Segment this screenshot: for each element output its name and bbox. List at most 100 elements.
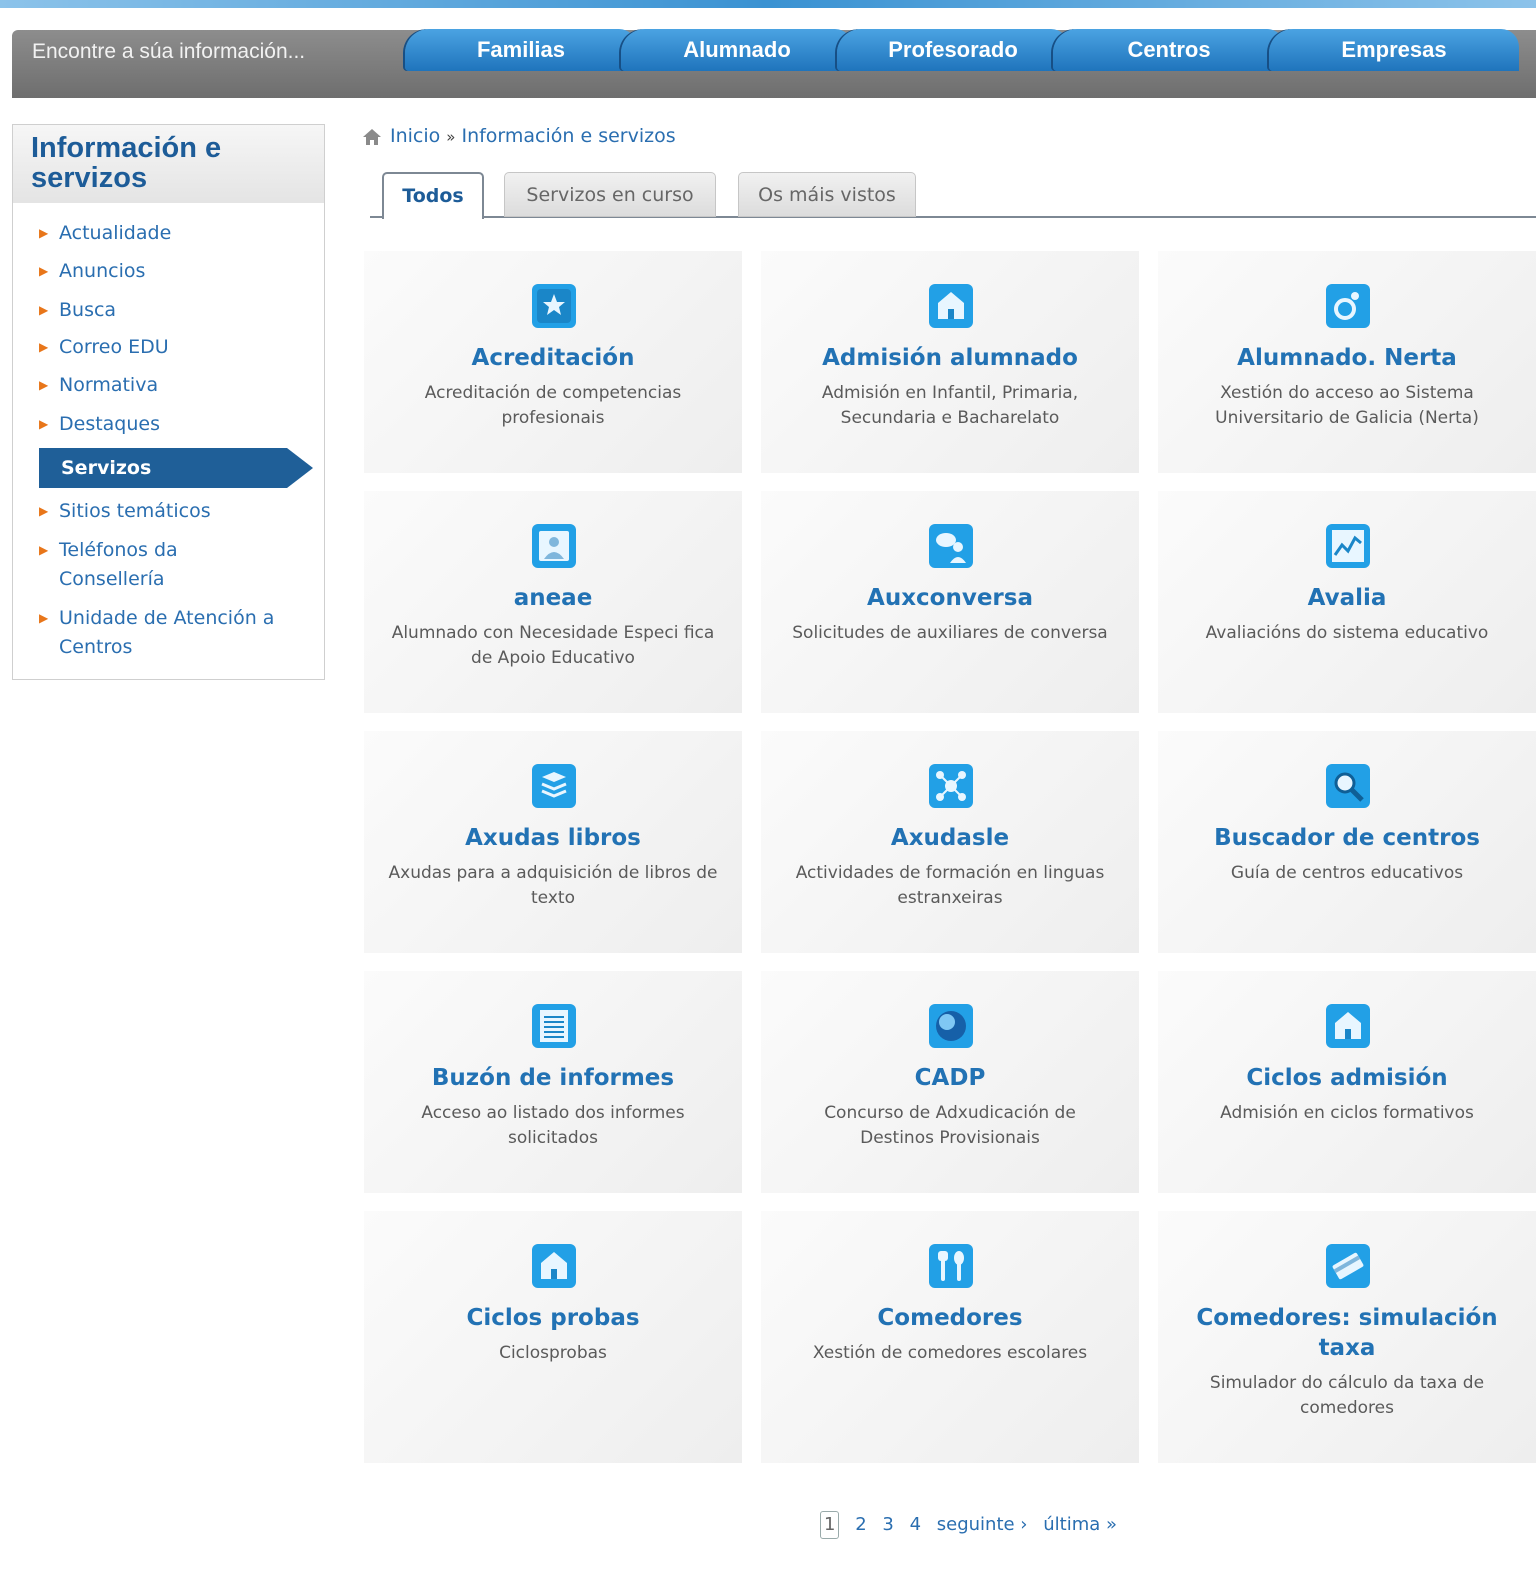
page-link-3[interactable]: 3 <box>882 1514 893 1535</box>
breadcrumb-home-link[interactable]: Inicio <box>390 125 440 147</box>
nav-tab-familias[interactable]: Familias <box>405 29 637 71</box>
card-description: Xestión de comedores escolares <box>812 1343 1088 1363</box>
network-icon <box>929 764 973 808</box>
card-description: Concurso de Adxudicación de Destinos Pro… <box>824 1103 1076 1148</box>
card-title: Admisión alumnado <box>822 345 1078 371</box>
card-title: Comedores <box>877 1305 1023 1331</box>
chevron-right-icon: ▶ <box>39 340 49 354</box>
chat-icon <box>929 524 973 568</box>
sidebar-item-unidade-atencion[interactable]: ▶ Unidade de Atención a Centros <box>13 604 303 662</box>
nav-tab-centros[interactable]: Centros <box>1053 29 1285 71</box>
sidebar-item-telefonos[interactable]: ▶ Teléfonos da Consellería <box>13 536 253 594</box>
chevron-right-icon: ▶ <box>39 264 49 278</box>
sidebar-item-anuncios[interactable]: ▶ Anuncios <box>13 257 324 286</box>
card-title: Alumnado. Nerta <box>1237 345 1457 371</box>
card-description: Avaliacións do sistema educativo <box>1205 623 1489 643</box>
sidebar-item-label: Correo EDU <box>59 336 169 358</box>
service-card-acreditacion[interactable]: Acreditación Acreditación de competencia… <box>364 251 742 473</box>
card-description: Guía de centros educativos <box>1230 863 1464 883</box>
service-card-ciclos-probas[interactable]: Ciclos probas Ciclosprobas <box>364 1211 742 1463</box>
building-icon <box>929 284 973 328</box>
nav-tab-profesorado[interactable]: Profesorado <box>837 29 1069 71</box>
card-description: Admisión en ciclos formativos <box>1220 1103 1474 1123</box>
page-last-link[interactable]: última » <box>1043 1514 1117 1535</box>
card-title: CADP <box>914 1065 986 1091</box>
service-card-admision-alumnado[interactable]: Admisión alumnado Admisión en Infantil, … <box>761 251 1139 473</box>
card-title: Auxconversa <box>867 585 1033 611</box>
chevron-right-icon: ▶ <box>39 226 49 240</box>
card-title: Ciclos probas <box>466 1305 640 1331</box>
sidebar-item-busca[interactable]: ▶ Busca <box>13 296 324 325</box>
service-card-buzon-informes[interactable]: Buzón de informes Acceso ao listado dos … <box>364 971 742 1193</box>
breadcrumb-current[interactable]: Información e servizos <box>461 125 675 147</box>
card-title: Axudas libros <box>465 825 641 851</box>
service-card-alumnado-nerta[interactable]: Alumnado. Nerta Xestión do acceso ao Sis… <box>1158 251 1536 473</box>
pagination: 1 2 3 4 seguinte › última » <box>820 1510 1127 1540</box>
service-card-avalia[interactable]: Avalia Avaliacións do sistema educativo <box>1158 491 1536 713</box>
card-description: Alumnado con Necesidade Especi fica de A… <box>391 623 715 668</box>
breadcrumb: Inicio » Información e servizos <box>362 122 676 150</box>
card-title: Comedores: simulación taxa <box>1196 1305 1498 1361</box>
card-description: Acreditación de competencias profesionai… <box>424 383 682 428</box>
sidebar-title: Información e servizos <box>31 132 222 194</box>
service-card-comedores[interactable]: Comedores Xestión de comedores escolares <box>761 1211 1139 1463</box>
sidebar-item-servizos[interactable]: Servizos <box>39 448 313 488</box>
card-title: Axudasle <box>890 825 1010 851</box>
magnifier-icon <box>1326 764 1370 808</box>
chart-icon <box>1326 524 1370 568</box>
ring-icon <box>1326 284 1370 328</box>
chevron-right-icon: ▶ <box>39 303 49 317</box>
chevron-right-icon: ▶ <box>39 378 49 392</box>
tab-todos[interactable]: Todos <box>382 172 484 219</box>
card-title: Avalia <box>1307 585 1387 611</box>
chevron-right-icon: ▶ <box>39 543 49 557</box>
sidebar-item-label: Actualidade <box>59 222 172 244</box>
card-description: Admisión en Infantil, Primaria, Secundar… <box>821 383 1079 428</box>
building-icon <box>1326 1004 1370 1048</box>
card-description: Axudas para a adquisición de libros de t… <box>388 863 718 908</box>
sidebar-item-sitios-tematicos[interactable]: ▶ Sitios temáticos <box>13 497 324 526</box>
sidebar-header: Información e servizos <box>13 125 324 203</box>
search-input[interactable]: Encontre a súa información... <box>32 36 305 68</box>
card-description: Xestión do acceso ao Sistema Universitar… <box>1215 383 1479 428</box>
nav-tab-alumnado[interactable]: Alumnado <box>621 29 853 71</box>
tab-os-mais-vistos[interactable]: Os máis vistos <box>738 172 916 217</box>
card-icon <box>1326 1244 1370 1288</box>
service-card-axudas-libros[interactable]: Axudas libros Axudas para a adquisición … <box>364 731 742 953</box>
service-card-comedores-simulacion[interactable]: Comedores: simulación taxa Simulador do … <box>1158 1211 1536 1463</box>
page-link-4[interactable]: 4 <box>910 1514 921 1535</box>
card-description: Actividades de formación en linguas estr… <box>795 863 1105 908</box>
chevron-right-icon: ▶ <box>39 611 49 625</box>
service-card-cadp[interactable]: CADP Concurso de Adxudicación de Destino… <box>761 971 1139 1193</box>
chevron-right-icon: ▶ <box>39 504 49 518</box>
chevron-right-icon: ▶ <box>39 417 49 431</box>
card-title: Buscador de centros <box>1214 825 1480 851</box>
tab-servizos-en-curso[interactable]: Servizos en curso <box>504 172 716 217</box>
sidebar: Información e servizos ▶ Actualidade ▶ Anu… <box>12 124 325 680</box>
cutlery-icon <box>929 1244 973 1288</box>
service-card-aneae[interactable]: aneae Alumnado con Necesidade Especi fic… <box>364 491 742 713</box>
card-title: Ciclos admisión <box>1246 1065 1448 1091</box>
card-description: Ciclosprobas <box>499 1343 607 1363</box>
service-card-buscador-centros[interactable]: Buscador de centros Guía de centros educ… <box>1158 731 1536 953</box>
sidebar-item-actualidade[interactable]: ▶ Actualidade <box>13 219 324 248</box>
page-current: 1 <box>820 1511 840 1539</box>
main-navigation: Familias Alumnado Profesorado Centros Em… <box>405 29 1536 73</box>
breadcrumb-separator: » <box>446 128 456 146</box>
sidebar-item-label: Sitios temáticos <box>59 500 211 522</box>
nav-tab-empresas[interactable]: Empresas <box>1269 29 1519 71</box>
service-card-axudasle[interactable]: Axudasle Actividades de formación en lin… <box>761 731 1139 953</box>
sidebar-item-label: Anuncios <box>59 260 146 282</box>
card-title: Acreditación <box>471 345 635 371</box>
sidebar-item-label: Teléfonos da Consellería <box>59 539 178 590</box>
sidebar-item-destaques[interactable]: ▶ Destaques <box>13 410 324 439</box>
sidebar-item-label: Busca <box>59 299 117 321</box>
sidebar-item-correo-edu[interactable]: ▶ Correo EDU <box>13 333 324 362</box>
sidebar-item-normativa[interactable]: ▶ Normativa <box>13 371 324 400</box>
page-next-link[interactable]: seguinte › <box>937 1514 1028 1535</box>
card-title: aneae <box>513 585 593 611</box>
page-link-2[interactable]: 2 <box>855 1514 866 1535</box>
service-card-ciclos-admision[interactable]: Ciclos admisión Admisión en ciclos forma… <box>1158 971 1536 1193</box>
service-card-auxconversa[interactable]: Auxconversa Solicitudes de auxiliares de… <box>761 491 1139 713</box>
sidebar-item-label: Destaques <box>59 413 161 435</box>
